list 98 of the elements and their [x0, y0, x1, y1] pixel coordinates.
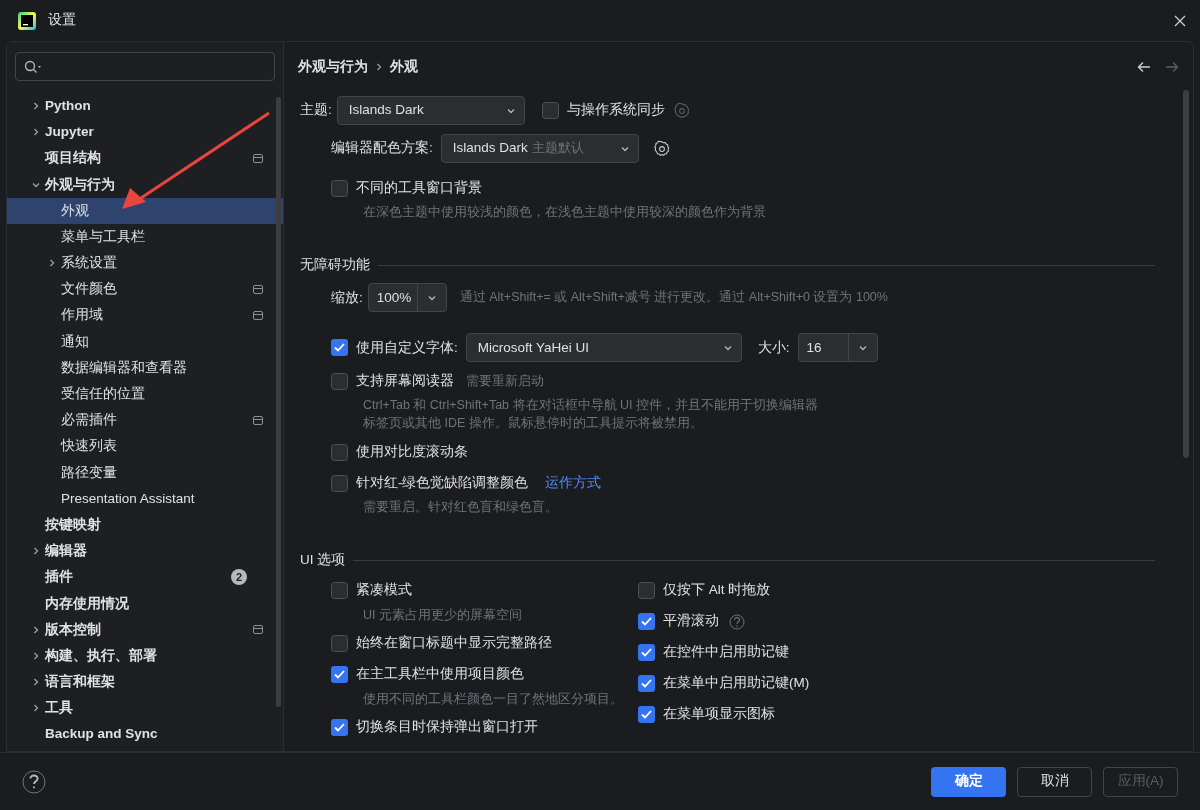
- chevron-right-icon[interactable]: [31, 546, 41, 557]
- checkbox[interactable]: [331, 179, 348, 197]
- field-label: 缩放:: [331, 288, 363, 307]
- gear-icon[interactable]: [652, 139, 671, 158]
- dialog-button[interactable]: 取消: [1017, 766, 1092, 797]
- field-label: 编辑器配色方案:: [331, 139, 433, 158]
- checkbox[interactable]: [638, 582, 655, 599]
- tree-item[interactable]: 语言和框架: [7, 669, 283, 696]
- tree-item[interactable]: 菜单与工具栏: [7, 223, 283, 251]
- checkbox[interactable]: [638, 644, 655, 661]
- tree-item[interactable]: 快速列表: [7, 433, 283, 460]
- breadcrumb-item[interactable]: 外观与行为: [298, 56, 368, 78]
- tree-item[interactable]: 路径变量: [7, 459, 283, 486]
- checkbox[interactable]: [331, 719, 348, 736]
- chevron-right-icon[interactable]: [31, 703, 41, 714]
- checkbox[interactable]: [638, 706, 655, 723]
- option-label: 在控件中启用助记键: [663, 643, 789, 662]
- option-label: 针对红-绿色觉缺陷调整颜色: [356, 474, 529, 493]
- tree-item[interactable]: 构建、执行、部署: [7, 642, 283, 670]
- tree-item[interactable]: 系统设置: [7, 250, 283, 277]
- count-badge: 2: [231, 569, 247, 586]
- search-field[interactable]: [15, 52, 275, 81]
- chevron-right-icon[interactable]: [31, 624, 41, 635]
- checkbox[interactable]: [331, 635, 348, 652]
- tree-item[interactable]: 受信任的位置: [7, 381, 283, 408]
- scrollbar[interactable]: [276, 97, 281, 707]
- tree-item[interactable]: 外观与行为: [7, 171, 283, 198]
- checkbox[interactable]: [331, 443, 348, 461]
- tree-item[interactable]: 必需插件: [7, 407, 283, 434]
- chevron-right-icon: [375, 63, 383, 71]
- tree-item[interactable]: 工具: [7, 695, 283, 722]
- tree-item[interactable]: 通知: [7, 328, 283, 355]
- checkbox[interactable]: [331, 339, 348, 357]
- section-title: UI 选项: [300, 551, 346, 570]
- tree-item[interactable]: 插件 2: [7, 564, 283, 591]
- option-description: 在深色主题中使用较浅的颜色，在浅色主题中使用较深的颜色作为背景: [363, 204, 766, 221]
- field-label: 大小:: [757, 338, 790, 357]
- option-description: 需要重启。针对红色盲和绿色盲。: [363, 499, 558, 517]
- tree-item[interactable]: 编辑器: [7, 538, 283, 565]
- option-description: Ctrl+Tab 和 Ctrl+Shift+Tab 将在对话框中导航 UI 控件，并且不能用于切换编辑器: [363, 397, 818, 415]
- option-label: 不同的工具窗口背景: [356, 178, 482, 197]
- tree-item[interactable]: 外观: [7, 197, 283, 224]
- chevron-right-icon[interactable]: [31, 651, 41, 662]
- chevron-right-icon[interactable]: [31, 127, 41, 138]
- option-label: 使用对比度滚动条: [356, 443, 468, 462]
- tree-item[interactable]: 作用域: [7, 302, 283, 329]
- option-label: 在菜单中启用助记键(M): [663, 674, 810, 693]
- chevron-right-icon[interactable]: [31, 677, 41, 688]
- tree-item[interactable]: Presentation Assistant: [7, 485, 283, 512]
- combo-field[interactable]: 100%: [367, 283, 447, 313]
- option-label: 平滑滚动: [663, 612, 719, 631]
- dialog-button[interactable]: 确定: [931, 766, 1006, 797]
- breadcrumb-item: 外观: [390, 57, 419, 76]
- option-link[interactable]: 运作方式: [544, 473, 601, 494]
- tree-item[interactable]: 数据编辑器和查看器: [7, 354, 283, 382]
- scrollbar[interactable]: [1183, 90, 1189, 458]
- checkbox[interactable]: [331, 474, 348, 492]
- tree-item[interactable]: Backup and Sync: [7, 721, 283, 748]
- option-label: 在主工具栏中使用项目颜色: [356, 665, 524, 684]
- checkbox[interactable]: [331, 666, 348, 683]
- help-icon[interactable]: [22, 769, 46, 794]
- checkbox[interactable]: [638, 675, 655, 692]
- tree-item[interactable]: Jupyter: [7, 119, 283, 146]
- option-description: UI 元素占用更少的屏幕空间: [363, 606, 522, 624]
- checkbox[interactable]: [331, 372, 348, 390]
- chevron-right-icon[interactable]: [47, 258, 57, 269]
- app-logo-icon: [18, 11, 36, 30]
- option-label: 仅按下 Alt 时拖放: [663, 581, 771, 600]
- chevron-right-icon[interactable]: [31, 101, 41, 112]
- tree-item[interactable]: Python: [7, 93, 283, 120]
- option-label: 始终在窗口标题中显示完整路径: [356, 634, 552, 653]
- tree-item[interactable]: 项目结构: [7, 145, 283, 172]
- option-label: 在菜单项显示图标: [663, 705, 775, 724]
- option-label: 使用自定义字体:: [356, 338, 458, 357]
- window-title: 设置: [48, 11, 77, 30]
- section-title: 无障碍功能: [300, 256, 370, 274]
- close-icon[interactable]: [1174, 14, 1186, 27]
- option-label: 切换条目时保持弹出窗口打开: [356, 718, 538, 737]
- back-arrow-icon[interactable]: [1137, 61, 1151, 73]
- field-label: 主题:: [300, 101, 332, 120]
- font-dropdown[interactable]: Microsoft YaHei UI: [465, 333, 742, 363]
- hint-text: 通过 Alt+Shift+= 或 Alt+Shift+减号 进行更改。通过 Alt+Shift+0 设置为 100%: [459, 289, 888, 307]
- tree-item[interactable]: 内存使用情况: [7, 590, 283, 617]
- option-description: 标签页或其他 IDE 操作。鼠标悬停时的工具提示将被禁用。: [363, 415, 703, 433]
- option-label: 紧凑模式: [356, 581, 412, 600]
- search-icon: [24, 59, 42, 74]
- theme-dropdown[interactable]: Islands Dark: [336, 96, 525, 125]
- combo-field[interactable]: 16: [797, 333, 878, 363]
- tree-item[interactable]: 按键映射: [7, 512, 283, 539]
- option-label: 与操作系统同步: [566, 101, 665, 120]
- color-scheme-dropdown[interactable]: Islands Dark 主题默认: [440, 134, 639, 163]
- checkbox[interactable]: [541, 102, 559, 119]
- option-note: 需要重新启动: [466, 372, 544, 390]
- tree-item[interactable]: 文件颜色: [7, 276, 283, 303]
- checkbox[interactable]: [638, 613, 655, 630]
- checkbox[interactable]: [331, 582, 348, 599]
- tree-item[interactable]: 版本控制: [7, 616, 283, 643]
- option-label: 支持屏幕阅读器: [356, 372, 454, 391]
